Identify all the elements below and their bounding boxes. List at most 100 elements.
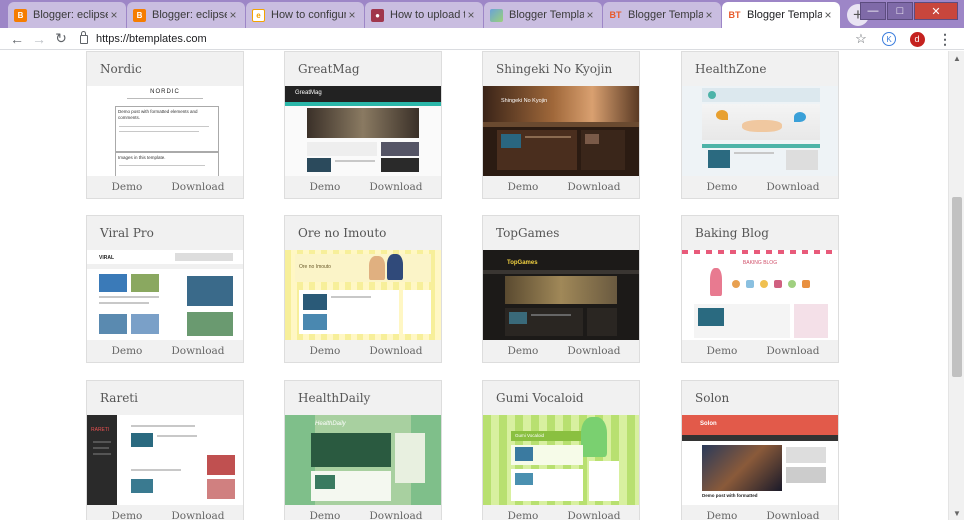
window-controls: — □ ✕ — [859, 2, 958, 20]
template-name: Baking Blog — [695, 226, 769, 240]
reload-button[interactable]: ↻ — [50, 29, 72, 49]
demo-link[interactable]: Demo — [309, 510, 340, 520]
nordic-post-title: Images in this template. — [118, 155, 166, 160]
browser-tab[interactable]: ● How to upload the × — [365, 2, 483, 28]
template-thumbnail[interactable]: Ore no Imouto — [285, 250, 441, 340]
blogger-icon: B — [14, 8, 27, 22]
demo-link[interactable]: Demo — [309, 181, 340, 193]
template-links: Demo Download — [285, 505, 441, 520]
rareti-logo: RARETI — [91, 427, 110, 433]
scroll-up-arrow-icon[interactable]: ▲ — [949, 51, 964, 65]
nordic-post-title: Demo post with formatted elements and co… — [118, 109, 198, 120]
solon-logo: Solon — [700, 421, 717, 427]
download-link[interactable]: Download — [171, 510, 224, 520]
back-button[interactable]: ← — [6, 29, 28, 49]
demo-link[interactable]: Demo — [111, 510, 142, 520]
template-links: Demo Download — [87, 340, 243, 362]
lock-icon — [80, 30, 88, 44]
profile-button[interactable]: d — [906, 30, 928, 48]
gumi-title: Gumi Vocaloid — [515, 433, 545, 438]
vertical-scrollbar[interactable]: ▲ ▼ — [948, 51, 964, 520]
template-thumbnail[interactable]: Shingeki No Kyojin — [483, 86, 639, 176]
download-link[interactable]: Download — [369, 345, 422, 357]
template-links: Demo Download — [285, 340, 441, 362]
close-tab-icon[interactable]: × — [108, 8, 120, 22]
demo-link[interactable]: Demo — [111, 181, 142, 193]
template-thumbnail[interactable]: HealthDaily — [285, 415, 441, 505]
browser-tab[interactable]: e How to configure P × — [246, 2, 364, 28]
download-link[interactable]: Download — [369, 510, 422, 520]
address-bar[interactable]: https://btemplates.com — [80, 30, 842, 48]
download-link[interactable]: Download — [766, 345, 819, 357]
download-link[interactable]: Download — [567, 345, 620, 357]
template-name: Viral Pro — [100, 226, 154, 240]
minimize-button[interactable]: — — [860, 2, 886, 20]
template-card: TopGames TopGames Demo Download — [482, 215, 640, 363]
bookmark-star-icon[interactable]: ☆ — [850, 30, 872, 48]
browser-tab[interactable]: B Blogger: eclipse4u × — [127, 2, 245, 28]
template-thumbnail[interactable]: RARETI — [87, 415, 243, 505]
template-name: Solon — [695, 391, 730, 405]
template-thumbnail[interactable] — [682, 86, 838, 176]
close-tab-icon[interactable]: × — [822, 8, 834, 22]
download-link[interactable]: Download — [171, 181, 224, 193]
template-thumbnail[interactable]: Solon Demo post with formatted — [682, 415, 838, 505]
tab-title: Blogger Templates — [747, 9, 822, 21]
template-thumbnail[interactable]: BAKING BLOG — [682, 250, 838, 340]
template-card: Baking Blog BAKING BLOG Demo Download — [681, 215, 839, 363]
template-thumbnail[interactable]: VIRAL — [87, 250, 243, 340]
maximize-button[interactable]: □ — [887, 2, 913, 20]
template-links: Demo Download — [285, 176, 441, 198]
browser-tab[interactable]: B Blogger: eclipse4u × — [8, 2, 126, 28]
close-tab-icon[interactable]: × — [465, 8, 477, 22]
greatmag-logo: GreatMag — [295, 90, 322, 96]
download-link[interactable]: Download — [567, 181, 620, 193]
extension-button[interactable]: K — [878, 30, 900, 48]
template-card: Gumi Vocaloid Gumi Vocaloid Demo Downloa… — [482, 380, 640, 520]
ie-icon: e — [252, 8, 265, 22]
solon-post-title: Demo post with formatted — [702, 493, 758, 498]
demo-link[interactable]: Demo — [309, 345, 340, 357]
template-links: Demo Download — [87, 505, 243, 520]
demo-link[interactable]: Demo — [706, 510, 737, 520]
download-link[interactable]: Download — [766, 181, 819, 193]
demo-link[interactable]: Demo — [706, 345, 737, 357]
viral-logo: VIRAL — [99, 255, 114, 261]
download-link[interactable]: Download — [171, 345, 224, 357]
download-link[interactable]: Download — [369, 181, 422, 193]
close-tab-icon[interactable]: × — [227, 8, 239, 22]
browser-tab[interactable]: Blogger Templates × — [484, 2, 602, 28]
close-tab-icon[interactable]: × — [346, 8, 358, 22]
scrollbar-thumb[interactable] — [952, 197, 962, 377]
demo-link[interactable]: Demo — [111, 345, 142, 357]
template-name: Shingeki No Kyojin — [496, 62, 613, 76]
template-name: GreatMag — [298, 62, 360, 76]
demo-link[interactable]: Demo — [507, 345, 538, 357]
template-thumbnail[interactable]: TopGames — [483, 250, 639, 340]
menu-icon[interactable]: ⋮ — [934, 30, 956, 48]
download-link[interactable]: Download — [567, 510, 620, 520]
forward-button[interactable]: → — [28, 29, 50, 49]
template-thumbnail[interactable]: NORDIC Demo post with formatted elements… — [87, 86, 243, 176]
close-tab-icon[interactable]: × — [584, 8, 596, 22]
close-window-button[interactable]: ✕ — [914, 2, 958, 20]
template-thumbnail[interactable]: Gumi Vocaloid — [483, 415, 639, 505]
download-link[interactable]: Download — [766, 510, 819, 520]
template-card: Shingeki No Kyojin Shingeki No Kyojin De… — [482, 51, 640, 199]
demo-link[interactable]: Demo — [507, 181, 538, 193]
tab-title: Blogger Templates — [509, 9, 584, 21]
template-thumbnail[interactable]: GreatMag — [285, 86, 441, 176]
template-name: Ore no Imouto — [298, 226, 387, 240]
avatar: d — [909, 31, 925, 47]
tab-title: Blogger: eclipse4u — [33, 9, 108, 21]
demo-link[interactable]: Demo — [706, 181, 737, 193]
template-card: HealthDaily HealthDaily Demo Download — [284, 380, 442, 520]
browser-tab-active[interactable]: BT Blogger Templates × — [722, 2, 840, 28]
browser-window: B Blogger: eclipse4u × B Blogger: eclips… — [0, 0, 964, 520]
bt-icon: BT — [728, 10, 741, 20]
close-tab-icon[interactable]: × — [703, 8, 715, 22]
browser-tab[interactable]: BT Blogger Templates × — [603, 2, 721, 28]
scroll-down-arrow-icon[interactable]: ▼ — [949, 506, 964, 520]
template-links: Demo Download — [682, 505, 838, 520]
demo-link[interactable]: Demo — [507, 510, 538, 520]
